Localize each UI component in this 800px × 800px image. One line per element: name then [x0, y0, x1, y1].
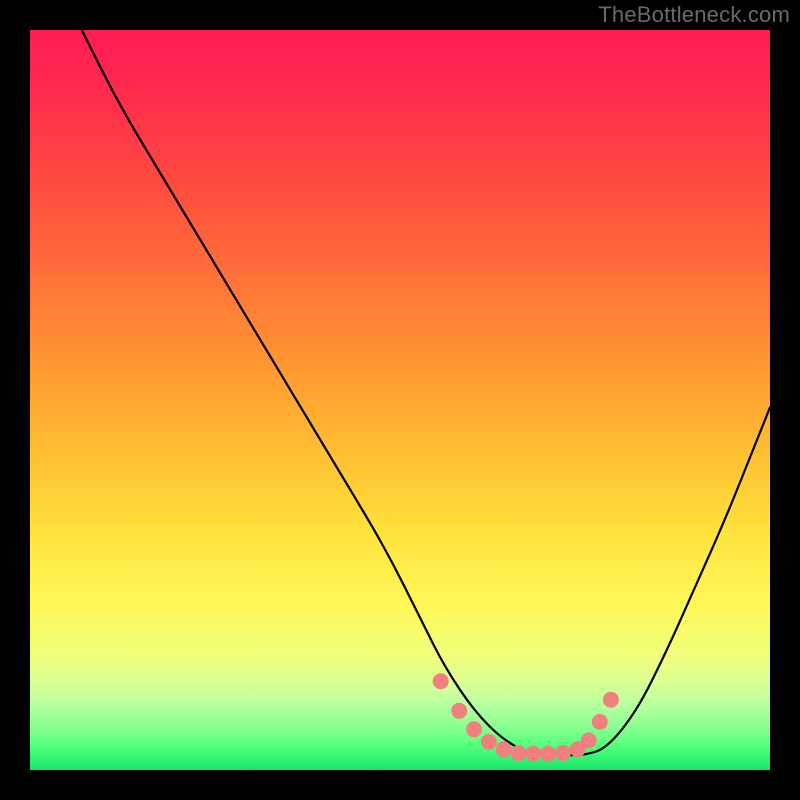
sweet-spot-dot — [481, 734, 497, 750]
sweet-spot-dot — [603, 692, 619, 708]
watermark-text: TheBottleneck.com — [598, 2, 790, 28]
bottleneck-curve — [82, 30, 770, 755]
sweet-spot-dot — [525, 746, 541, 762]
sweet-spot-dot — [555, 745, 571, 761]
sweet-spot-dots — [433, 673, 619, 762]
sweet-spot-dot — [451, 703, 467, 719]
sweet-spot-dot — [581, 732, 597, 748]
sweet-spot-dot — [592, 714, 608, 730]
plot-area — [30, 30, 770, 770]
sweet-spot-dot — [466, 721, 482, 737]
sweet-spot-dot — [496, 741, 512, 757]
curve-layer — [30, 30, 770, 770]
sweet-spot-dot — [510, 745, 526, 761]
chart-frame: TheBottleneck.com — [0, 0, 800, 800]
sweet-spot-dot — [540, 746, 556, 762]
sweet-spot-dot — [433, 673, 449, 689]
